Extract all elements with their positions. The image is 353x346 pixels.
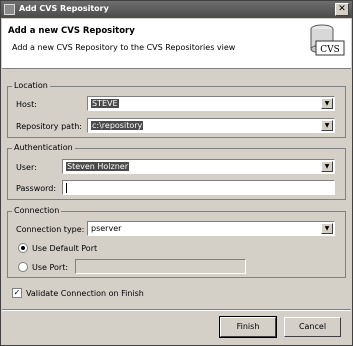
location-group-label: Location xyxy=(12,81,50,90)
finish-button[interactable]: Finish xyxy=(219,316,277,338)
password-label: Password: xyxy=(16,184,57,193)
host-combo[interactable]: STEVE ▼ xyxy=(87,96,335,111)
password-field[interactable] xyxy=(62,180,335,195)
chevron-down-icon[interactable]: ▼ xyxy=(321,161,333,172)
use-default-port-label[interactable]: Use Default Port xyxy=(32,244,97,253)
app-icon xyxy=(4,4,15,15)
banner-label: CVS xyxy=(320,45,340,55)
use-port-label[interactable]: Use Port: xyxy=(32,263,68,272)
use-port-radio[interactable] xyxy=(18,262,28,272)
connection-type-value: pserver xyxy=(91,224,122,233)
connection-type-label: Connection type: xyxy=(16,225,85,234)
close-button[interactable]: ✕ xyxy=(335,3,349,16)
repository-path-combo[interactable]: c:\repository ▼ xyxy=(87,118,335,133)
validate-connection-checkbox[interactable]: ✓ xyxy=(12,288,22,298)
chevron-down-icon[interactable]: ▼ xyxy=(321,223,333,234)
cancel-button[interactable]: Cancel xyxy=(284,317,341,337)
cvs-repository-icon: CVS xyxy=(310,24,345,56)
user-combo[interactable]: Steven Holzner ▼ xyxy=(62,159,335,174)
use-default-port-radio[interactable] xyxy=(18,243,28,253)
page-title: Add a new CVS Repository xyxy=(8,26,135,36)
host-value: STEVE xyxy=(91,99,119,108)
repository-path-label: Repository path: xyxy=(16,122,82,131)
authentication-group-label: Authentication xyxy=(12,143,75,152)
repository-path-value: c:\repository xyxy=(91,121,144,130)
connection-type-combo[interactable]: pserver ▼ xyxy=(87,221,335,236)
title-bar[interactable]: Add CVS Repository ✕ xyxy=(1,1,352,18)
button-bar-separator xyxy=(2,309,351,311)
host-label: Host: xyxy=(16,100,37,109)
validate-connection-label[interactable]: Validate Connection on Finish xyxy=(26,289,144,298)
user-label: User: xyxy=(16,163,37,172)
add-cvs-repository-dialog: Add CVS Repository ✕ Add a new CVS Repos… xyxy=(0,0,353,346)
page-description: Add a new CVS Repository to the CVS Repo… xyxy=(12,43,236,52)
chevron-down-icon[interactable]: ▼ xyxy=(321,120,333,131)
wizard-header: Add a new CVS Repository Add a new CVS R… xyxy=(2,19,351,69)
window-title: Add CVS Repository xyxy=(19,4,109,13)
text-caret xyxy=(66,183,67,193)
port-field[interactable] xyxy=(75,259,246,274)
user-value: Steven Holzner xyxy=(66,162,130,171)
chevron-down-icon[interactable]: ▼ xyxy=(321,98,333,109)
connection-group-label: Connection xyxy=(12,206,62,215)
